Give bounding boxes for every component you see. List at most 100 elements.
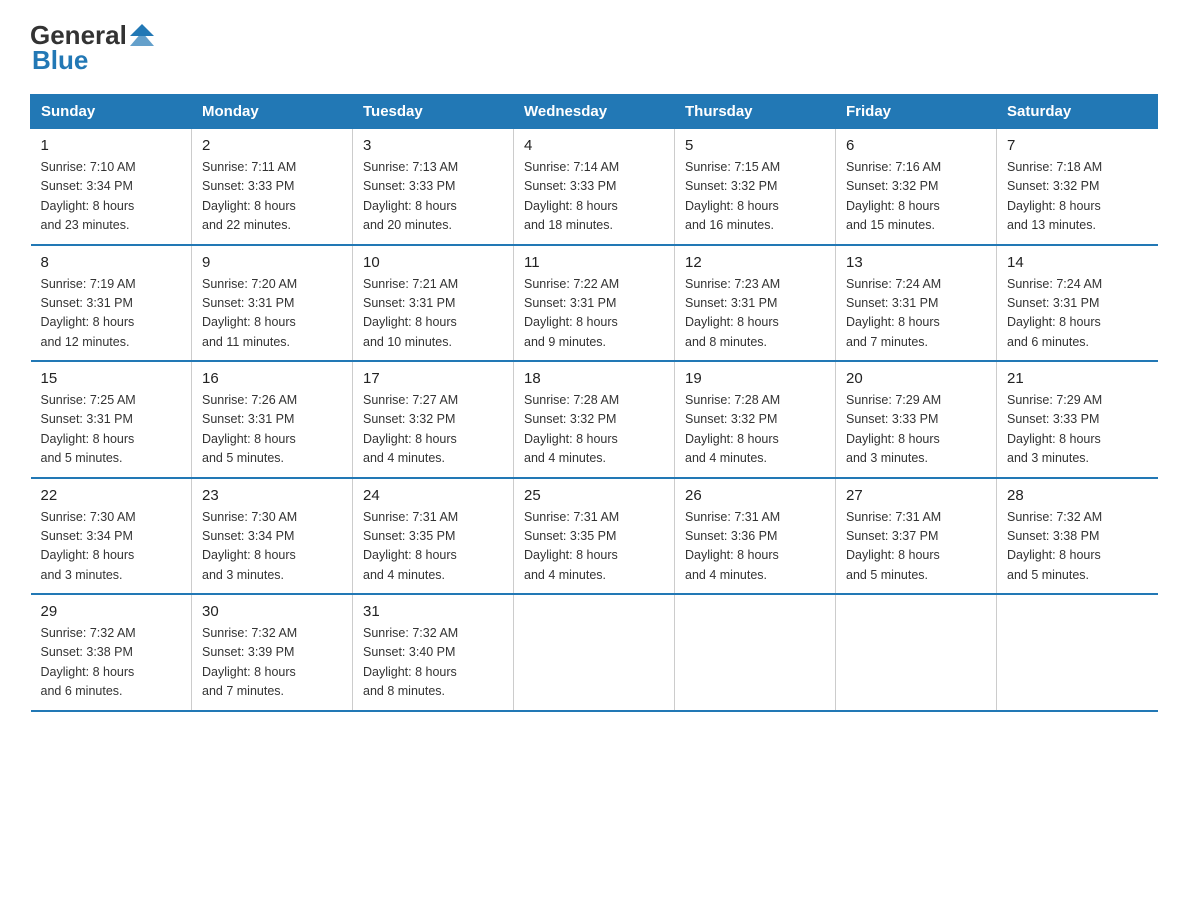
- day-number: 30: [202, 603, 342, 620]
- table-row: 17Sunrise: 7:27 AMSunset: 3:32 PMDayligh…: [353, 361, 514, 478]
- day-info: Sunrise: 7:15 AMSunset: 3:32 PMDaylight:…: [685, 158, 825, 236]
- table-row: [514, 594, 675, 711]
- table-row: 3Sunrise: 7:13 AMSunset: 3:33 PMDaylight…: [353, 129, 514, 245]
- col-sunday: Sunday: [31, 95, 192, 129]
- table-row: 19 Sunrise: 7:28 AMSunset: 3:32 PMDayligh…: [675, 361, 836, 478]
- day-number: 21: [1007, 370, 1148, 387]
- page-header: General Blue: [30, 20, 1158, 76]
- day-info: Sunrise: 7:32 AMSunset: 3:39 PMDaylight:…: [202, 624, 342, 702]
- day-info: Sunrise: 7:28 AMSunset: 3:32 PMDaylight:…: [524, 391, 664, 469]
- day-info: Sunrise: 7:32 AMSunset: 3:38 PMDaylight:…: [41, 624, 182, 702]
- table-row: 22 Sunrise: 7:30 AMSunset: 3:34 PMDayligh…: [31, 478, 192, 595]
- day-number: 15: [41, 370, 182, 387]
- day-number: 11: [524, 254, 664, 271]
- day-number: 31: [363, 603, 503, 620]
- table-row: 12Sunrise: 7:23 AMSunset: 3:31 PMDayligh…: [675, 245, 836, 362]
- day-number: 16: [202, 370, 342, 387]
- day-info: Sunrise: 7:29 AMSunset: 3:33 PMDaylight:…: [1007, 391, 1148, 469]
- table-row: 21 Sunrise: 7:29 AMSunset: 3:33 PMDayligh…: [997, 361, 1158, 478]
- day-number: 1: [41, 137, 182, 154]
- day-info: Sunrise: 7:19 AMSunset: 3:31 PMDaylight:…: [41, 275, 182, 353]
- day-number: 13: [846, 254, 986, 271]
- calendar-week-row: 8 Sunrise: 7:19 AMSunset: 3:31 PMDaylight…: [31, 245, 1158, 362]
- day-number: 4: [524, 137, 664, 154]
- day-info: Sunrise: 7:28 AMSunset: 3:32 PMDaylight:…: [685, 391, 825, 469]
- day-info: Sunrise: 7:18 AMSunset: 3:32 PMDaylight:…: [1007, 158, 1148, 236]
- col-friday: Friday: [836, 95, 997, 129]
- logo-arrow-icon: [128, 22, 156, 50]
- day-number: 25: [524, 487, 664, 504]
- day-info: Sunrise: 7:29 AMSunset: 3:33 PMDaylight:…: [846, 391, 986, 469]
- day-number: 7: [1007, 137, 1148, 154]
- day-number: 9: [202, 254, 342, 271]
- table-row: [675, 594, 836, 711]
- col-thursday: Thursday: [675, 95, 836, 129]
- table-row: 15 Sunrise: 7:25 AMSunset: 3:31 PMDayligh…: [31, 361, 192, 478]
- col-tuesday: Tuesday: [353, 95, 514, 129]
- table-row: [997, 594, 1158, 711]
- day-info: Sunrise: 7:31 AMSunset: 3:36 PMDaylight:…: [685, 508, 825, 586]
- day-info: Sunrise: 7:14 AMSunset: 3:33 PMDaylight:…: [524, 158, 664, 236]
- table-row: 13 Sunrise: 7:24 AMSunset: 3:31 PMDayligh…: [836, 245, 997, 362]
- day-number: 2: [202, 137, 342, 154]
- table-row: 14 Sunrise: 7:24 AMSunset: 3:31 PMDayligh…: [997, 245, 1158, 362]
- table-row: 2 Sunrise: 7:11 AMSunset: 3:33 PMDaylight…: [192, 129, 353, 245]
- table-row: 25 Sunrise: 7:31 AMSunset: 3:35 PMDayligh…: [514, 478, 675, 595]
- day-number: 17: [363, 370, 503, 387]
- table-row: 24Sunrise: 7:31 AMSunset: 3:35 PMDayligh…: [353, 478, 514, 595]
- day-info: Sunrise: 7:11 AMSunset: 3:33 PMDaylight:…: [202, 158, 342, 236]
- table-row: 11 Sunrise: 7:22 AMSunset: 3:31 PMDayligh…: [514, 245, 675, 362]
- table-row: 5Sunrise: 7:15 AMSunset: 3:32 PMDaylight…: [675, 129, 836, 245]
- day-number: 12: [685, 254, 825, 271]
- day-number: 27: [846, 487, 986, 504]
- day-info: Sunrise: 7:32 AMSunset: 3:40 PMDaylight:…: [363, 624, 503, 702]
- day-info: Sunrise: 7:24 AMSunset: 3:31 PMDaylight:…: [846, 275, 986, 353]
- table-row: 8 Sunrise: 7:19 AMSunset: 3:31 PMDaylight…: [31, 245, 192, 362]
- day-info: Sunrise: 7:31 AMSunset: 3:37 PMDaylight:…: [846, 508, 986, 586]
- day-info: Sunrise: 7:24 AMSunset: 3:31 PMDaylight:…: [1007, 275, 1148, 353]
- table-row: 16 Sunrise: 7:26 AMSunset: 3:31 PMDayligh…: [192, 361, 353, 478]
- calendar-week-row: 22 Sunrise: 7:30 AMSunset: 3:34 PMDayligh…: [31, 478, 1158, 595]
- table-row: 10Sunrise: 7:21 AMSunset: 3:31 PMDayligh…: [353, 245, 514, 362]
- day-info: Sunrise: 7:30 AMSunset: 3:34 PMDaylight:…: [41, 508, 182, 586]
- day-info: Sunrise: 7:16 AMSunset: 3:32 PMDaylight:…: [846, 158, 986, 236]
- logo-blue: Blue: [32, 45, 88, 76]
- table-row: 18 Sunrise: 7:28 AMSunset: 3:32 PMDayligh…: [514, 361, 675, 478]
- day-number: 26: [685, 487, 825, 504]
- day-info: Sunrise: 7:21 AMSunset: 3:31 PMDaylight:…: [363, 275, 503, 353]
- day-number: 8: [41, 254, 182, 271]
- table-row: 20 Sunrise: 7:29 AMSunset: 3:33 PMDayligh…: [836, 361, 997, 478]
- logo: General Blue: [30, 20, 156, 76]
- col-monday: Monday: [192, 95, 353, 129]
- table-row: 29Sunrise: 7:32 AMSunset: 3:38 PMDayligh…: [31, 594, 192, 711]
- day-number: 19: [685, 370, 825, 387]
- day-info: Sunrise: 7:13 AMSunset: 3:33 PMDaylight:…: [363, 158, 503, 236]
- calendar-week-row: 29Sunrise: 7:32 AMSunset: 3:38 PMDayligh…: [31, 594, 1158, 711]
- day-number: 20: [846, 370, 986, 387]
- day-info: Sunrise: 7:10 AMSunset: 3:34 PMDaylight:…: [41, 158, 182, 236]
- table-row: 30 Sunrise: 7:32 AMSunset: 3:39 PMDayligh…: [192, 594, 353, 711]
- day-number: 18: [524, 370, 664, 387]
- calendar-header-row: Sunday Monday Tuesday Wednesday Thursday…: [31, 95, 1158, 129]
- day-number: 14: [1007, 254, 1148, 271]
- day-number: 22: [41, 487, 182, 504]
- day-info: Sunrise: 7:20 AMSunset: 3:31 PMDaylight:…: [202, 275, 342, 353]
- day-number: 24: [363, 487, 503, 504]
- col-wednesday: Wednesday: [514, 95, 675, 129]
- day-info: Sunrise: 7:31 AMSunset: 3:35 PMDaylight:…: [524, 508, 664, 586]
- day-number: 6: [846, 137, 986, 154]
- table-row: 23Sunrise: 7:30 AMSunset: 3:34 PMDayligh…: [192, 478, 353, 595]
- day-info: Sunrise: 7:30 AMSunset: 3:34 PMDaylight:…: [202, 508, 342, 586]
- day-info: Sunrise: 7:25 AMSunset: 3:31 PMDaylight:…: [41, 391, 182, 469]
- table-row: 31 Sunrise: 7:32 AMSunset: 3:40 PMDayligh…: [353, 594, 514, 711]
- table-row: 1 Sunrise: 7:10 AMSunset: 3:34 PMDaylight…: [31, 129, 192, 245]
- table-row: 28Sunrise: 7:32 AMSunset: 3:38 PMDayligh…: [997, 478, 1158, 595]
- day-info: Sunrise: 7:26 AMSunset: 3:31 PMDaylight:…: [202, 391, 342, 469]
- table-row: 4 Sunrise: 7:14 AMSunset: 3:33 PMDaylight…: [514, 129, 675, 245]
- calendar-week-row: 15 Sunrise: 7:25 AMSunset: 3:31 PMDayligh…: [31, 361, 1158, 478]
- col-saturday: Saturday: [997, 95, 1158, 129]
- table-row: 26 Sunrise: 7:31 AMSunset: 3:36 PMDayligh…: [675, 478, 836, 595]
- table-row: 9 Sunrise: 7:20 AMSunset: 3:31 PMDaylight…: [192, 245, 353, 362]
- table-row: 27 Sunrise: 7:31 AMSunset: 3:37 PMDayligh…: [836, 478, 997, 595]
- day-info: Sunrise: 7:22 AMSunset: 3:31 PMDaylight:…: [524, 275, 664, 353]
